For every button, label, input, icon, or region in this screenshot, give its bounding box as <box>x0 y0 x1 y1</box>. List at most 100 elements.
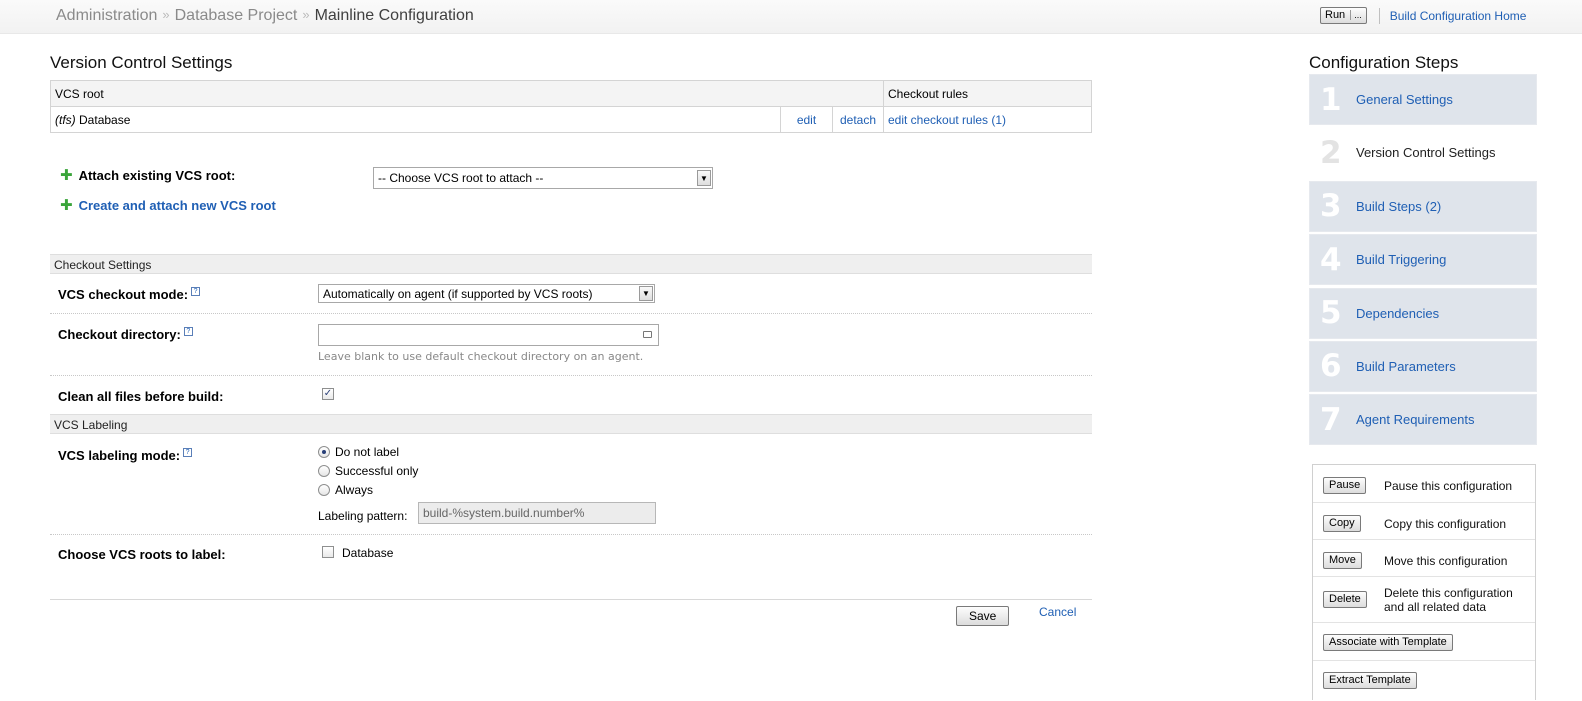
configuration-steps: 1 General Settings 2 Version Control Set… <box>1309 74 1537 448</box>
checkout-settings-header: Checkout Settings <box>50 254 1092 274</box>
top-bar: Administration » Database Project » Mainline… <box>0 0 1582 34</box>
vcs-labeling-header: VCS Labeling <box>50 414 1092 434</box>
checkout-directory-label: Checkout directory:? <box>58 327 193 342</box>
pause-button[interactable]: Pause <box>1323 477 1367 494</box>
attach-existing-row: ✚ Attach existing VCS root: <box>60 166 235 184</box>
label-root-checkbox[interactable] <box>322 546 334 558</box>
help-icon[interactable]: ? <box>191 287 201 296</box>
page-title: Version Control Settings <box>50 53 233 72</box>
step-label: Agent Requirements <box>1356 412 1475 428</box>
run-label: Run <box>1325 9 1346 21</box>
help-icon[interactable]: ? <box>183 327 193 336</box>
create-attach-vcs-root-link[interactable]: Create and attach new VCS root <box>79 198 276 213</box>
checkout-directory-label-text: Checkout directory: <box>58 327 181 342</box>
column-header-checkout-rules: Checkout rules <box>883 80 1092 107</box>
vcs-root-cell: (tfs) Database <box>50 106 781 133</box>
attach-vcs-root-select[interactable]: -- Choose VCS root to attach -- ▼ <box>373 167 713 189</box>
step-dependencies[interactable]: 5 Dependencies <box>1309 287 1537 339</box>
help-icon[interactable]: ? <box>183 448 193 457</box>
vcs-root-name: Database <box>79 112 131 127</box>
step-number: 1 <box>1320 81 1342 118</box>
divider <box>1378 7 1380 24</box>
table-row: (tfs) Database edit detach edit checkout… <box>50 106 1092 133</box>
vcs-checkout-mode-select[interactable]: Automatically on agent (if supported by … <box>318 284 655 303</box>
chevron-down-icon: ▼ <box>639 286 653 301</box>
plus-icon: ✚ <box>60 167 73 184</box>
step-label: General Settings <box>1356 92 1453 107</box>
step-label: Build Parameters <box>1356 358 1456 374</box>
labeling-pattern-input[interactable]: build-%system.build.number% <box>418 502 656 524</box>
action-associate-template: Associate with Template <box>1313 623 1535 661</box>
breadcrumb: Administration » Database Project » Mainline… <box>56 7 474 25</box>
step-build-steps[interactable]: 3 Build Steps (2) <box>1309 180 1537 232</box>
radio-button[interactable] <box>318 465 330 477</box>
configuration-steps-title: Configuration Steps <box>1309 53 1459 72</box>
edit-vcs-root-link[interactable]: edit <box>797 113 816 127</box>
extract-template-button[interactable]: Extract Template <box>1323 672 1417 689</box>
step-agent-requirements[interactable]: 7 Agent Requirements <box>1309 394 1537 446</box>
vcs-checkout-mode-value: Automatically on agent (if supported by … <box>323 286 593 301</box>
breadcrumb-database-project[interactable]: Database Project <box>175 7 298 24</box>
cancel-link[interactable]: Cancel <box>1039 605 1076 619</box>
save-button[interactable]: Save <box>956 606 1010 626</box>
attach-vcs-root-select-value: -- Choose VCS root to attach -- <box>378 171 544 185</box>
radio-label: Do not label <box>335 445 400 459</box>
vcs-checkout-mode-label-text: VCS checkout mode: <box>58 287 189 302</box>
step-number: 4 <box>1320 241 1342 278</box>
step-label: Version Control Settings <box>1356 145 1496 161</box>
configuration-actions-panel: Pause Pause this configuration Copy Copy… <box>1312 464 1536 700</box>
vcs-checkout-mode-label: VCS checkout mode:? <box>58 287 201 302</box>
radio-always[interactable]: Always <box>318 483 373 497</box>
vcs-roots-table: VCS root Checkout rules (tfs) Database e… <box>50 80 1092 133</box>
step-general-settings[interactable]: 1 General Settings <box>1309 74 1537 125</box>
keyboard-icon[interactable] <box>643 331 652 338</box>
vcs-type: (tfs) <box>55 112 76 127</box>
clean-files-checkbox[interactable]: ✓ <box>322 388 334 400</box>
step-number: 3 <box>1320 188 1342 225</box>
plus-icon: ✚ <box>60 197 73 214</box>
column-header-vcs-root: VCS root <box>50 80 884 107</box>
create-vcs-root-row: ✚ Create and attach new VCS root <box>60 196 276 214</box>
step-number: 2 <box>1320 134 1342 171</box>
step-build-parameters[interactable]: 6 Build Parameters <box>1309 340 1537 392</box>
build-configuration-home-link[interactable]: Build Configuration Home <box>1390 9 1527 23</box>
run-controls: Run... Build Configuration Home <box>1320 7 1526 24</box>
associate-with-template-button[interactable]: Associate with Template <box>1323 634 1453 651</box>
action-description: Copy this configuration <box>1384 517 1507 531</box>
vcs-roots-to-label-label: Choose VCS roots to label: <box>58 547 226 562</box>
radio-button-selected[interactable] <box>318 446 330 458</box>
breadcrumb-separator: » <box>302 7 310 22</box>
step-label: Build Steps (2) <box>1356 198 1442 214</box>
label-root-name: Database <box>342 546 394 560</box>
edit-checkout-rules-link[interactable]: edit checkout rules (1) <box>888 113 1006 127</box>
radio-label: Always <box>335 483 374 497</box>
action-description: Move this configuration <box>1384 554 1508 568</box>
run-button[interactable]: Run... <box>1320 7 1367 24</box>
attach-existing-label: Attach existing VCS root: <box>78 167 236 183</box>
detach-vcs-root-link[interactable]: detach <box>840 113 876 127</box>
vcs-labeling-mode-label: VCS labeling mode:? <box>58 448 193 463</box>
action-description: Delete this configuration and all relate… <box>1384 586 1513 614</box>
step-number: 7 <box>1320 401 1342 438</box>
checkout-directory-input[interactable] <box>318 324 659 346</box>
radio-label: Successful only <box>335 464 419 478</box>
step-build-triggering[interactable]: 4 Build Triggering <box>1309 234 1537 286</box>
action-pause: Pause Pause this configuration <box>1313 465 1535 503</box>
radio-button[interactable] <box>318 484 330 496</box>
table-header-row: VCS root Checkout rules <box>50 80 1092 107</box>
checkout-rules-cell: edit checkout rules (1) <box>883 106 1092 133</box>
breadcrumb-separator: » <box>162 7 170 22</box>
action-extract-template: Extract Template <box>1313 661 1535 701</box>
radio-successful-only[interactable]: Successful only <box>318 464 418 478</box>
labeling-pattern-label: Labeling pattern: <box>318 509 408 523</box>
delete-button[interactable]: Delete <box>1323 591 1367 608</box>
radio-do-not-label[interactable]: Do not label <box>318 445 399 459</box>
copy-button[interactable]: Copy <box>1323 515 1361 532</box>
run-options-button[interactable]: ... <box>1350 10 1362 20</box>
detach-cell: detach <box>832 106 884 133</box>
step-number: 5 <box>1320 295 1342 332</box>
breadcrumb-administration[interactable]: Administration <box>56 7 157 24</box>
action-delete: Delete Delete this configuration and all… <box>1313 577 1535 623</box>
move-button[interactable]: Move <box>1323 552 1362 569</box>
chevron-down-icon: ▼ <box>697 170 711 186</box>
